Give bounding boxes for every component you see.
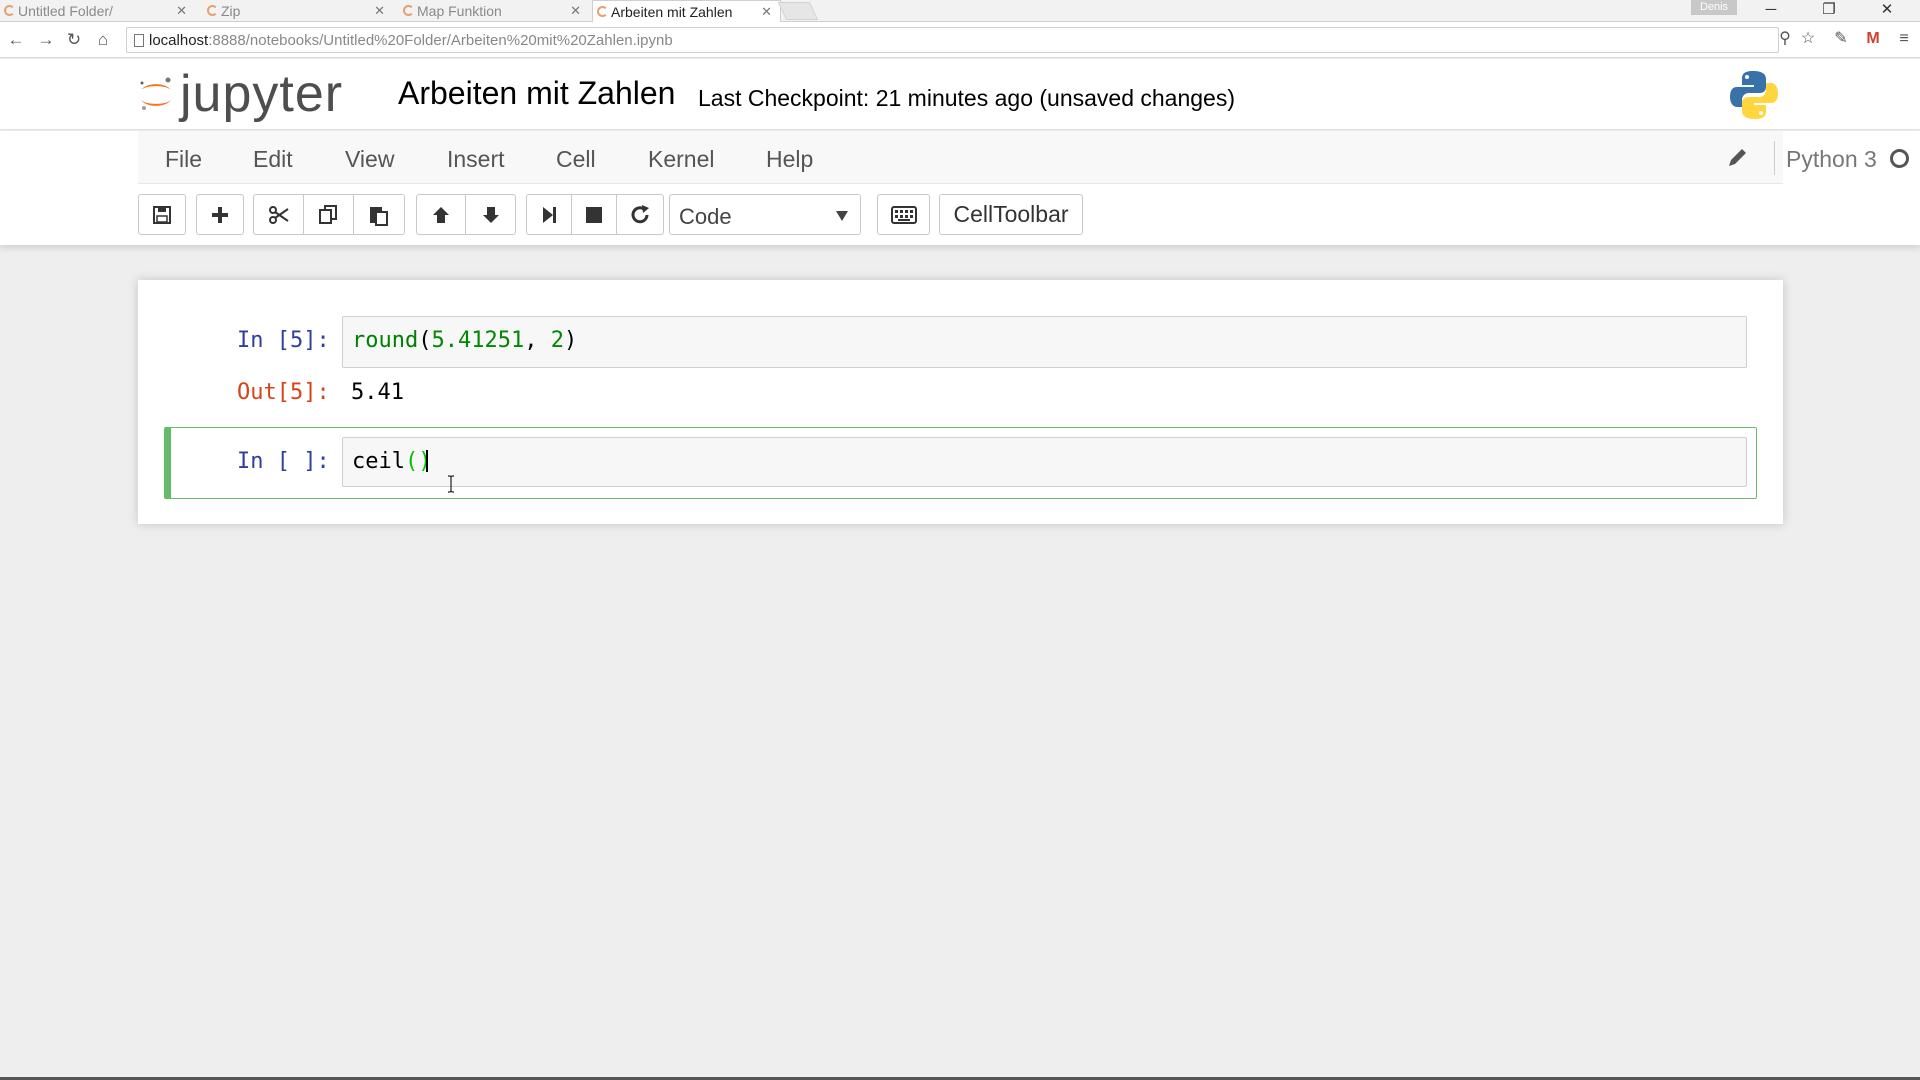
gmail-extension-icon[interactable]: M bbox=[1862, 28, 1884, 50]
arrow-up-icon bbox=[433, 206, 449, 223]
save-button[interactable] bbox=[138, 194, 186, 235]
caret-down-icon bbox=[836, 211, 848, 221]
menu-help[interactable]: Help bbox=[766, 146, 813, 173]
extension-icon[interactable]: ✎ bbox=[1830, 28, 1852, 50]
code-line: ceil() bbox=[352, 449, 432, 474]
notebook-container: In [5]: round(5.41251, 2) Out[5]: 5.41 I… bbox=[138, 280, 1783, 524]
restart-kernel-button[interactable] bbox=[616, 194, 664, 235]
loading-icon bbox=[4, 5, 15, 16]
menu-file[interactable]: File bbox=[165, 146, 202, 173]
tab-title: Untitled Folder/ bbox=[18, 3, 113, 19]
stop-icon bbox=[586, 206, 602, 223]
move-down-button[interactable] bbox=[465, 194, 516, 235]
profile-badge[interactable]: Denis bbox=[1691, 0, 1737, 15]
run-cell-button[interactable] bbox=[526, 194, 572, 235]
reload-icon[interactable]: ↻ bbox=[62, 28, 86, 52]
kernel-name[interactable]: Python 3 bbox=[1786, 146, 1877, 173]
loading-icon bbox=[207, 5, 218, 16]
step-forward-icon bbox=[543, 206, 556, 223]
cell-type-value: Code bbox=[679, 204, 732, 229]
edit-mode-pencil-icon bbox=[1729, 149, 1746, 166]
cut-button[interactable] bbox=[253, 194, 304, 235]
scissors-icon bbox=[268, 205, 289, 224]
menu-insert[interactable]: Insert bbox=[447, 146, 505, 173]
paste-button[interactable] bbox=[353, 194, 405, 235]
tab-title: Zip bbox=[221, 3, 241, 19]
browser-tab-zip[interactable]: Zip ✕ bbox=[203, 0, 393, 22]
input-prompt: In [5]: bbox=[237, 328, 330, 353]
cell-output: 5.41 bbox=[351, 380, 404, 405]
minimize-icon[interactable]: ─ bbox=[1748, 0, 1794, 22]
tab-title: Map Funktion bbox=[417, 3, 502, 19]
notebook-title[interactable]: Arbeiten mit Zahlen bbox=[398, 75, 675, 112]
text-cursor bbox=[426, 450, 428, 472]
restart-icon bbox=[631, 204, 649, 223]
home-icon[interactable]: ⌂ bbox=[91, 28, 115, 52]
url-text: localhost:8888/notebooks/Untitled%20Fold… bbox=[149, 32, 673, 49]
arrow-down-icon bbox=[482, 206, 499, 223]
menu-kernel[interactable]: Kernel bbox=[648, 146, 714, 173]
plus-icon bbox=[212, 206, 228, 223]
tab-title: Arbeiten mit Zahlen bbox=[611, 4, 733, 20]
celltoolbar-button[interactable]: CellToolbar bbox=[939, 194, 1083, 235]
menu-edit[interactable]: Edit bbox=[253, 146, 293, 173]
close-window-icon[interactable]: ✕ bbox=[1864, 0, 1910, 22]
cell-type-select[interactable]: Code bbox=[669, 194, 861, 235]
browser-menu-icon[interactable]: ≡ bbox=[1893, 28, 1915, 50]
browser-tab-map-funktion[interactable]: Map Funktion ✕ bbox=[399, 0, 589, 22]
browser-address-bar: ← → ↻ ⌂ localhost:8888/notebooks/Untitle… bbox=[0, 22, 1920, 58]
jupyter-logo-text: jupyter bbox=[180, 65, 344, 123]
interrupt-kernel-button[interactable] bbox=[571, 194, 617, 235]
code-cell-input-active[interactable]: ceil() bbox=[342, 437, 1747, 487]
menubar: File Edit View Insert Cell Kernel Help P… bbox=[138, 131, 1909, 184]
notebook-menu-area: File Edit View Insert Cell Kernel Help P… bbox=[0, 131, 1920, 245]
checkpoint-status: Last Checkpoint: 21 minutes ago (unsaved… bbox=[698, 85, 1235, 111]
code-cell-input[interactable]: round(5.41251, 2) bbox=[342, 316, 1747, 368]
browser-tabbar: Untitled Folder/ ✕ Zip ✕ Map Funktion ✕ … bbox=[0, 0, 1920, 23]
restore-icon[interactable]: ❐ bbox=[1806, 0, 1852, 22]
jupyter-logo-icon bbox=[140, 77, 171, 110]
menu-view[interactable]: View bbox=[345, 146, 394, 173]
bookmark-star-icon[interactable]: ☆ bbox=[1797, 28, 1819, 50]
loading-icon bbox=[597, 6, 608, 17]
close-tab-icon[interactable]: ✕ bbox=[374, 3, 385, 19]
input-prompt: In [ ]: bbox=[237, 449, 330, 474]
browser-tab-arbeiten-mit-zahlen[interactable]: Arbeiten mit Zahlen ✕ bbox=[592, 0, 781, 23]
loading-icon bbox=[403, 5, 414, 16]
back-icon[interactable]: ← bbox=[4, 28, 28, 52]
menu-cell[interactable]: Cell bbox=[556, 146, 596, 173]
move-up-button[interactable] bbox=[416, 194, 466, 235]
zoom-icon[interactable]: ⚲ bbox=[1774, 28, 1796, 50]
jupyter-header: jupyter Arbeiten mit Zahlen Last Checkpo… bbox=[0, 59, 1920, 130]
paste-icon bbox=[370, 206, 388, 226]
copy-button[interactable] bbox=[303, 194, 354, 235]
output-prompt: Out[5]: bbox=[237, 380, 330, 405]
copy-icon bbox=[318, 204, 337, 224]
code-line: round(5.41251, 2) bbox=[352, 328, 578, 353]
browser-tab-untitled-folder[interactable]: Untitled Folder/ ✕ bbox=[0, 0, 195, 22]
insert-cell-button[interactable] bbox=[196, 194, 244, 235]
page-icon bbox=[134, 34, 144, 47]
close-tab-icon[interactable]: ✕ bbox=[176, 3, 187, 19]
mouse-ibeam-cursor-icon bbox=[448, 475, 454, 493]
new-tab-button[interactable] bbox=[777, 2, 819, 20]
keyboard-icon bbox=[890, 205, 917, 224]
close-tab-icon[interactable]: ✕ bbox=[761, 4, 772, 20]
python-logo-icon bbox=[1730, 71, 1778, 119]
url-input[interactable]: localhost:8888/notebooks/Untitled%20Fold… bbox=[126, 27, 1779, 53]
save-icon bbox=[153, 205, 171, 224]
command-palette-button[interactable] bbox=[877, 194, 930, 235]
kernel-idle-indicator-icon bbox=[1890, 149, 1909, 168]
forward-icon[interactable]: → bbox=[34, 28, 58, 52]
close-tab-icon[interactable]: ✕ bbox=[570, 3, 581, 19]
kernel-separator bbox=[1774, 141, 1775, 175]
